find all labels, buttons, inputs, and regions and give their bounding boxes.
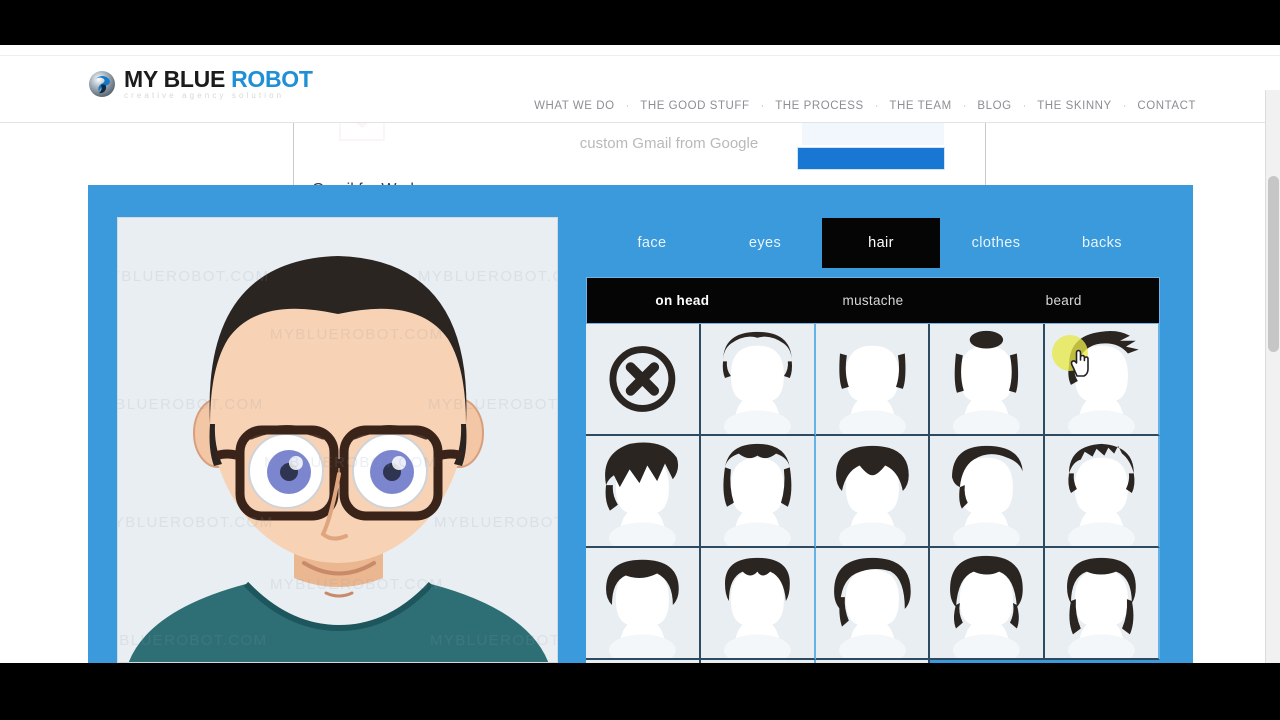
nav-separator: ·: [866, 100, 888, 112]
scrollbar-thumb[interactable]: [1268, 176, 1279, 352]
letterbox-bottom: [0, 663, 1280, 720]
nav-item-what-we-do[interactable]: WHAT WE DO: [532, 100, 616, 112]
hair-option[interactable]: [1045, 548, 1160, 660]
avatar-preview: MYBLUEROBOT.COM MYBLUEROBOT.COM MYBLUERO…: [117, 217, 558, 663]
hair-thumbnail: [930, 324, 1043, 434]
browser-viewport: professional email address with custom G…: [0, 45, 1280, 663]
hair-thumbnail: [1045, 436, 1158, 546]
hair-option[interactable]: [701, 436, 816, 548]
nav-item-the-good-stuff[interactable]: THE GOOD STUFF: [638, 100, 751, 112]
nav-item-the-skinny[interactable]: THE SKINNY: [1035, 100, 1114, 112]
sub-tab-on-head[interactable]: on head: [587, 278, 778, 323]
nav-separator: ·: [617, 100, 639, 112]
hair-option[interactable]: [586, 436, 701, 548]
hair-thumbnail: [701, 324, 814, 434]
hair-thumbnail: [816, 324, 929, 434]
nav-separator: ·: [954, 100, 976, 112]
hair-option[interactable]: [1045, 324, 1160, 436]
logo-word-robot: ROBOT: [231, 66, 313, 92]
logo-wordmark: MY BLUE ROBOT: [124, 68, 313, 91]
site-header: MY BLUE ROBOT creative agency solution W…: [0, 55, 1280, 123]
blue-sphere-logo-icon: [88, 70, 116, 98]
hair-option[interactable]: [816, 436, 931, 548]
logo-tagline: creative agency solution: [124, 92, 313, 100]
category-tab-hair[interactable]: hair: [822, 218, 940, 268]
hair-option[interactable]: [930, 324, 1045, 436]
hair-option-none[interactable]: [586, 324, 701, 436]
nav-separator: ·: [1014, 100, 1036, 112]
nav-item-blog[interactable]: BLOG: [975, 100, 1013, 112]
hair-thumbnail: [701, 548, 814, 658]
hair-thumbnail: [1045, 324, 1158, 434]
hair-option[interactable]: [701, 548, 816, 660]
ad-cta-button[interactable]: [797, 147, 945, 170]
main-navigation: WHAT WE DO·THE GOOD STUFF·THE PROCESS·TH…: [532, 100, 1198, 112]
hair-option[interactable]: [1045, 436, 1160, 548]
hair-thumbnail: [701, 436, 814, 546]
hair-option[interactable]: [816, 324, 931, 436]
no-hair-icon: [586, 324, 699, 434]
hair-option[interactable]: [930, 436, 1045, 548]
hair-thumbnail: [816, 548, 929, 658]
hair-thumbnail: [586, 548, 699, 658]
hair-sub-tabs: on headmustachebeard: [586, 277, 1160, 324]
avatar-illustration: [118, 218, 558, 663]
hair-option[interactable]: [701, 324, 816, 436]
hair-thumbnail: [930, 548, 1043, 658]
category-tab-eyes[interactable]: eyes: [719, 218, 811, 268]
hair-options-grid-inner: [586, 324, 1160, 663]
hair-option[interactable]: [930, 548, 1045, 660]
hair-thumbnail: [1045, 548, 1158, 658]
category-tabs: face eyeshairclothesbacks: [586, 218, 1160, 268]
page-scrollbar[interactable]: [1265, 90, 1280, 663]
sub-tab-mustache[interactable]: mustache: [778, 278, 969, 323]
hair-options-grid[interactable]: [586, 324, 1160, 663]
hair-thumbnail: [586, 436, 699, 546]
nav-item-the-team[interactable]: THE TEAM: [887, 100, 953, 112]
category-tab-clothes[interactable]: clothes: [946, 218, 1046, 268]
logo-word-my-blue: MY BLUE: [124, 66, 231, 92]
letterbox-top: [0, 0, 1280, 45]
nav-separator: ·: [1114, 100, 1136, 112]
sub-tab-beard[interactable]: beard: [968, 278, 1159, 323]
hair-option[interactable]: [816, 548, 931, 660]
category-tab-backs[interactable]: backs: [1056, 218, 1148, 268]
category-tab-face[interactable]: face: [606, 218, 698, 268]
hair-thumbnail: [930, 436, 1043, 546]
site-logo[interactable]: MY BLUE ROBOT creative agency solution: [88, 68, 313, 100]
nav-separator: ·: [752, 100, 774, 112]
hair-thumbnail: [816, 436, 929, 546]
hair-option[interactable]: [586, 548, 701, 660]
logo-text: MY BLUE ROBOT creative agency solution: [124, 68, 313, 100]
nav-item-contact[interactable]: CONTACT: [1135, 100, 1198, 112]
nav-item-the-process[interactable]: THE PROCESS: [773, 100, 865, 112]
screen: professional email address with custom G…: [0, 0, 1280, 720]
avatar-builder-panel: MYBLUEROBOT.COM MYBLUEROBOT.COM MYBLUERO…: [88, 185, 1193, 663]
